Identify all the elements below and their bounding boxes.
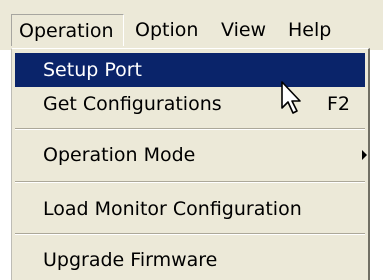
menu-bar: Operation Option View Help (0, 0, 383, 50)
menu-separator (15, 181, 365, 183)
menu-item-label: Get Configurations (43, 93, 222, 115)
menu-separator (15, 128, 365, 130)
shortcut-label: F2 (327, 93, 351, 115)
menu-item-operation-mode[interactable]: Operation Mode (15, 138, 367, 172)
menu-option[interactable]: Option (128, 14, 208, 46)
mouse-pointer-icon (281, 81, 301, 114)
submenu-arrow-icon (362, 150, 367, 160)
operation-dropdown-menu: Setup Port Get Configurations F2 Operati… (11, 48, 370, 280)
menu-item-get-configurations[interactable]: Get Configurations F2 (15, 87, 365, 121)
menu-item-setup-port[interactable]: Setup Port (15, 53, 365, 87)
menu-item-label: Load Monitor Configuration (43, 198, 302, 220)
menu-item-upgrade-firmware[interactable]: Upgrade Firmware (15, 243, 365, 277)
menu-item-label: Setup Port (43, 59, 143, 81)
menu-item-label: Operation Mode (43, 144, 196, 166)
menu-separator (15, 233, 365, 235)
menu-item-load-monitor-configuration[interactable]: Load Monitor Configuration (15, 192, 365, 226)
menu-item-label: Upgrade Firmware (43, 249, 218, 271)
menu-help[interactable]: Help (281, 14, 343, 46)
menu-view[interactable]: View (214, 14, 276, 46)
menu-operation[interactable]: Operation (11, 14, 124, 46)
